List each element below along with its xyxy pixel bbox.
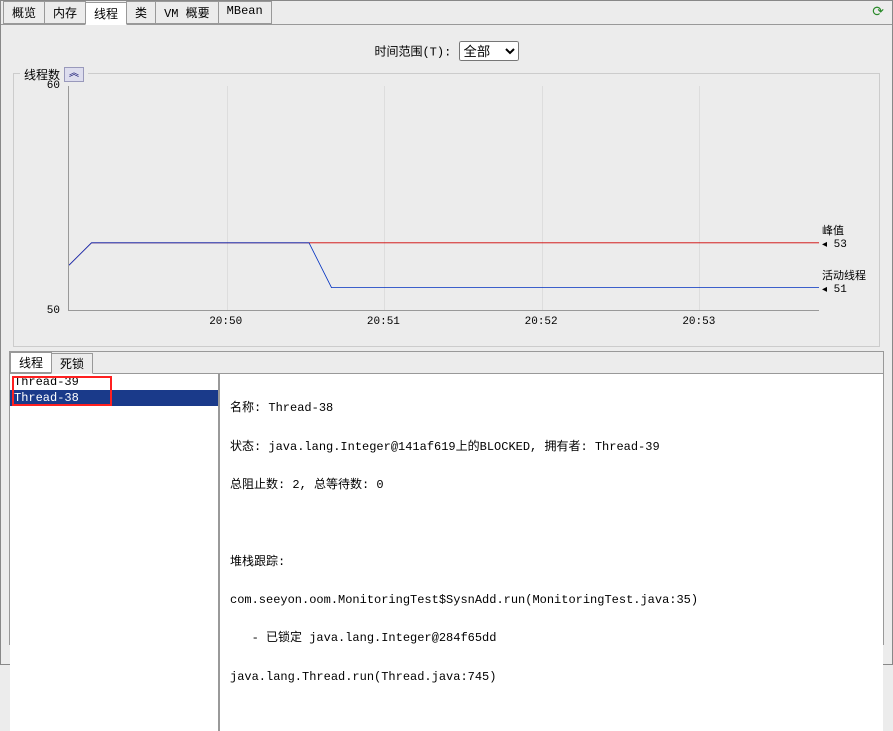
- thread-item-39[interactable]: Thread-39: [10, 374, 218, 390]
- live-label: 活动线程◂ 51: [822, 271, 866, 297]
- tab-mbean[interactable]: MBean: [218, 1, 272, 24]
- time-range-label: 时间范围(T):: [374, 46, 451, 60]
- time-range-select[interactable]: 全部: [459, 41, 519, 61]
- tab-memory[interactable]: 内存: [44, 1, 86, 24]
- stack-trace-label: 堆栈跟踪:: [230, 553, 873, 572]
- chart-area: 60 50 20:50 20:51 20:52 20:53 峰值◂ 53: [24, 86, 819, 336]
- detail-state-label: 状态:: [230, 440, 261, 454]
- chart-plot: [68, 86, 819, 311]
- bottom-section: 线程 死锁 Thread-39 Thread-38 名称: Thread-38 …: [9, 351, 884, 645]
- stack-line: com.seeyon.oom.MonitoringTest$SysnAdd.ru…: [230, 591, 873, 610]
- tab-overview[interactable]: 概览: [3, 1, 45, 24]
- collapse-button[interactable]: ︽: [64, 67, 84, 82]
- x-tick: 20:50: [209, 316, 242, 328]
- stack-line: java.lang.Thread.run(Thread.java:745): [230, 668, 873, 687]
- sub-tab-deadlock[interactable]: 死锁: [51, 353, 93, 374]
- detail-state-value: java.lang.Integer@141af619上的BLOCKED, 拥有者…: [268, 440, 659, 454]
- thread-detail-pane: 名称: Thread-38 状态: java.lang.Integer@141a…: [220, 374, 883, 731]
- tab-classes[interactable]: 类: [126, 1, 156, 24]
- chart-right-legend: 峰值◂ 53 活动线程◂ 51: [822, 86, 874, 311]
- thread-chart-panel: 线程数 ︽ 60 50 20:50 20:51 20:52 20:53: [13, 73, 880, 347]
- thread-item-38[interactable]: Thread-38: [10, 390, 218, 406]
- x-tick: 20:51: [367, 316, 400, 328]
- tab-vm-summary[interactable]: VM 概要: [155, 1, 219, 24]
- detail-waited-label: 总等待数:: [314, 478, 369, 492]
- tab-threads[interactable]: 线程: [85, 2, 127, 25]
- detail-blocked-label: 总阻止数:: [230, 478, 285, 492]
- refresh-icon[interactable]: ⟳: [872, 4, 884, 21]
- y-axis: 60 50: [24, 86, 64, 311]
- time-range-row: 时间范围(T): 全部: [5, 29, 888, 69]
- sub-tab-bar: 线程 死锁: [10, 352, 883, 374]
- y-tick-60: 60: [47, 80, 60, 92]
- detail-waited-value: 0: [376, 478, 383, 492]
- peak-label: 峰值◂ 53: [822, 226, 847, 252]
- x-tick: 20:52: [525, 316, 558, 328]
- x-axis: 20:50 20:51 20:52 20:53: [68, 316, 819, 336]
- main-panel: 时间范围(T): 全部 线程数 ︽ 60 50 20:50 20:51: [1, 25, 892, 653]
- sub-tab-threads[interactable]: 线程: [10, 352, 52, 373]
- stack-line: - 已锁定 java.lang.Integer@284f65dd: [230, 629, 873, 648]
- x-tick: 20:53: [682, 316, 715, 328]
- detail-blocked-value: 2,: [292, 478, 306, 492]
- y-tick-50: 50: [47, 305, 60, 317]
- thread-list[interactable]: Thread-39 Thread-38: [10, 374, 220, 731]
- detail-name-label: 名称:: [230, 401, 261, 415]
- detail-name-value: Thread-38: [268, 401, 333, 415]
- top-tab-bar: 概览 内存 线程 类 VM 概要 MBean ⟳: [1, 1, 892, 25]
